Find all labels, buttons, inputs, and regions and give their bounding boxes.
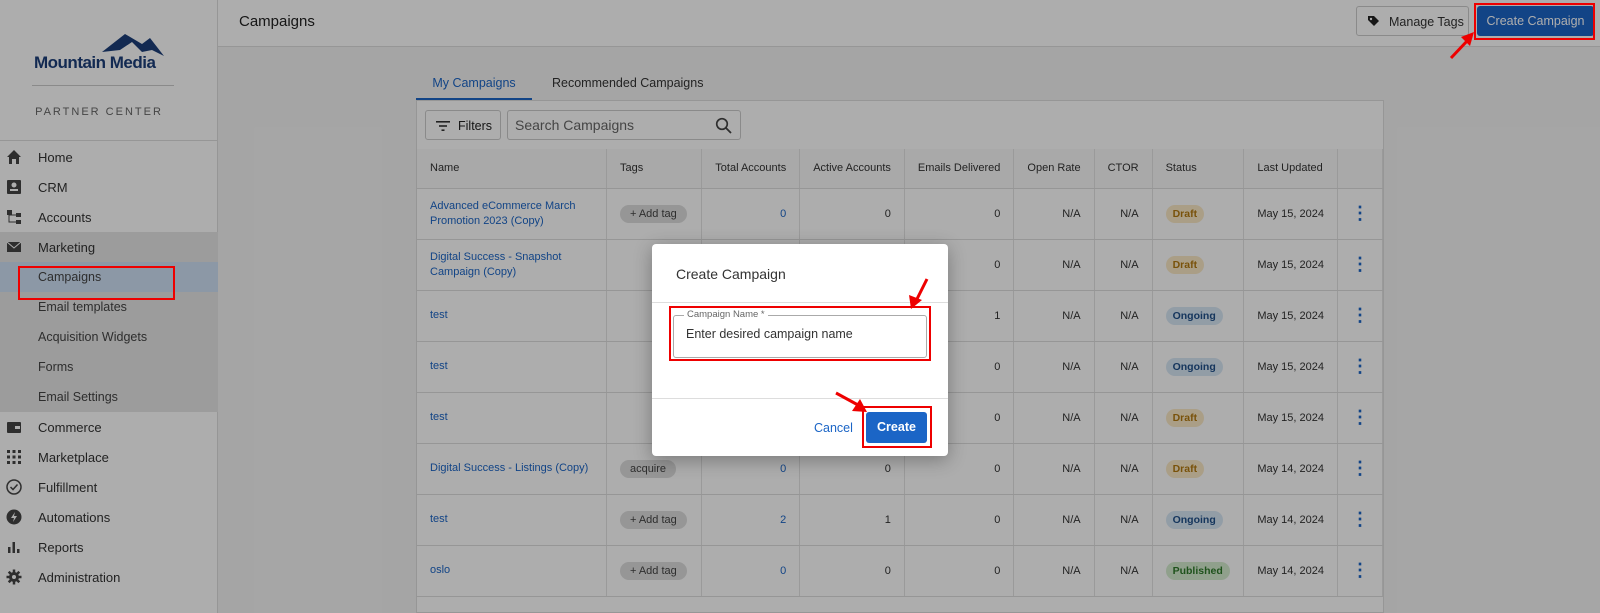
dialog-title: Create Campaign [676,266,786,282]
annotation-box [18,266,175,300]
cancel-button[interactable]: Cancel [814,421,853,435]
annotation-box [862,406,932,448]
divider [652,398,948,399]
annotation-box [669,306,931,361]
annotation-box [1474,3,1595,40]
divider [652,302,948,303]
annotation-arrow-icon [835,391,867,412]
annotation-arrow-icon [909,278,929,309]
annotation-arrow-icon [1449,32,1474,60]
